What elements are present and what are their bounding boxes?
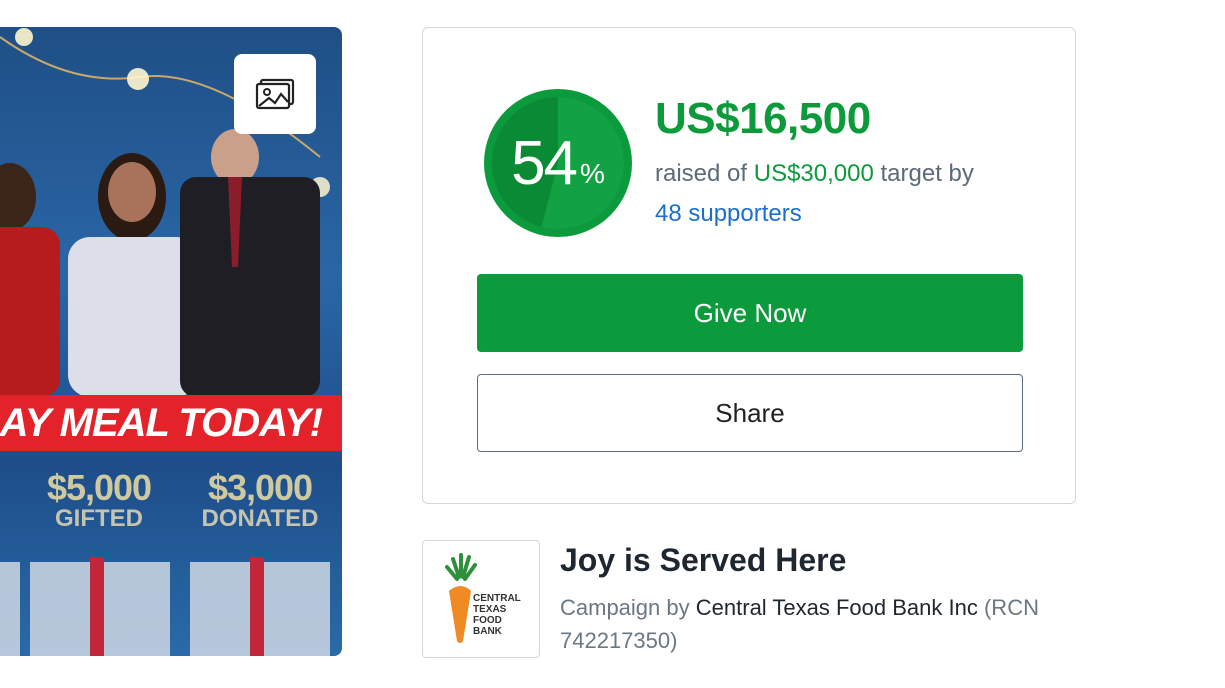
- progress-percent-symbol: %: [580, 158, 605, 189]
- gallery-button[interactable]: [234, 54, 316, 134]
- progress-percent: 54 %: [483, 88, 633, 238]
- campaign-byline: Campaign by Central Texas Food Bank Inc …: [560, 591, 1080, 657]
- logo-text-line: BANK: [473, 626, 502, 637]
- logo-text-line: TEXAS: [473, 604, 507, 615]
- hero-stat-amount: $5,000: [46, 467, 152, 508]
- campaign-title: Joy is Served Here: [560, 542, 847, 578]
- hero-stat: $5,000 GIFTED: [24, 469, 174, 531]
- progress-ring: 54 %: [483, 88, 633, 238]
- progress-percent-value: 54: [511, 128, 578, 198]
- hero-stat-amount: $3,000: [207, 467, 313, 508]
- target-amount: US$30,000: [753, 160, 874, 187]
- campaign-by-label: Campaign by: [560, 595, 690, 620]
- raised-amount: US$16,500: [655, 94, 871, 143]
- logo-text-line: CENTRAL: [473, 593, 521, 604]
- hero-stat-label: D: [0, 505, 10, 529]
- give-now-button[interactable]: Give Now: [477, 274, 1023, 352]
- organization-logo[interactable]: CENTRAL TEXAS FOOD BANK: [422, 540, 540, 658]
- target-suffix: target by: [880, 160, 974, 187]
- raised-summary: raised of US$30,000 target by 48 support…: [655, 154, 1055, 234]
- hero-stat: 0 D: [0, 467, 10, 529]
- hero-banner: AY MEAL TODAY!: [0, 395, 342, 451]
- supporters-link[interactable]: 48 supporters: [655, 200, 802, 227]
- share-button[interactable]: Share: [477, 374, 1023, 452]
- image-gallery-icon: [255, 78, 295, 110]
- logo-text: CENTRAL TEXAS FOOD BANK: [473, 593, 521, 637]
- donation-card: 54 % US$16,500 raised of US$30,000 targe…: [422, 27, 1076, 504]
- hero-stat: $3,000 DONATED: [180, 469, 340, 531]
- hero-stat-label: GIFTED: [55, 505, 143, 532]
- raised-prefix: raised of: [655, 160, 748, 187]
- organization-link[interactable]: Central Texas Food Bank Inc: [696, 595, 978, 620]
- hero-stat-amount: 0: [0, 467, 10, 505]
- logo-text-line: FOOD: [473, 615, 502, 626]
- hero-stat-label: DONATED: [201, 505, 319, 532]
